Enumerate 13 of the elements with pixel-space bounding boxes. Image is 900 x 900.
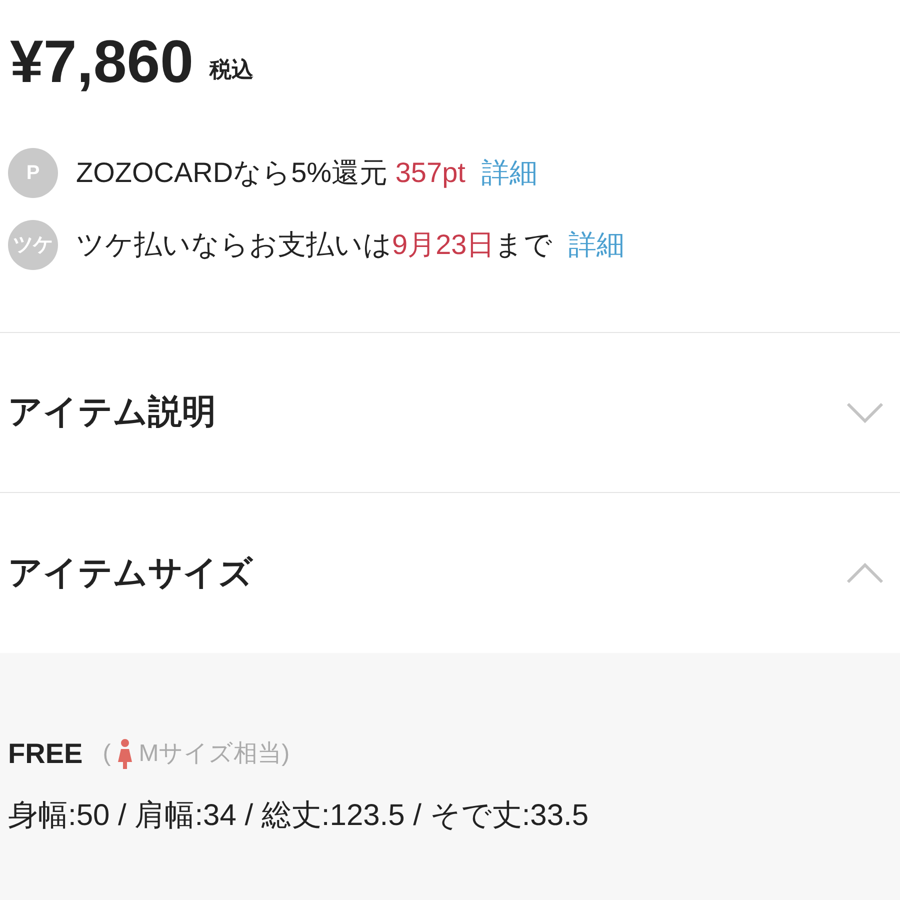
section-header[interactable]: アイテム説明 [0,333,900,493]
size-label: FREE [8,737,83,771]
open-paren: ( [102,739,111,769]
chevron-down-icon [846,402,884,424]
price: ¥7,860 [10,32,194,92]
tax-note: 税込 [210,56,254,84]
section-header[interactable]: アイテムサイズ [0,493,900,653]
note-text: ツケ払いならお支払いは9月23日 まで [76,228,553,262]
person-icon [116,738,133,770]
size-equivalent: Mサイズ相当) [138,739,290,769]
chevron-up-icon [846,562,884,584]
note-text: ZOZOCARDなら5%還元 357pt [76,156,466,190]
measurements: 身幅:50 / 肩幅:34 / 総丈:123.5 / そで丈:33.5 [8,798,590,834]
